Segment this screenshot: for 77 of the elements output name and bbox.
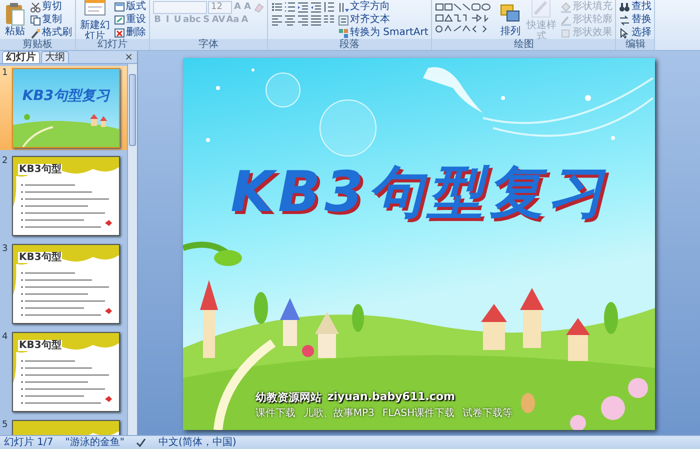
eraser-icon xyxy=(253,2,264,12)
close-button[interactable]: × xyxy=(124,52,133,63)
slide-number: 4 xyxy=(2,332,9,344)
justify-icon xyxy=(310,14,322,26)
align-right-icon xyxy=(297,14,309,26)
document-icon xyxy=(114,14,125,26)
group-label: 段落 xyxy=(268,39,432,50)
outdent-button[interactable] xyxy=(297,1,309,13)
ribbon-button[interactable]: 版式 xyxy=(114,1,146,13)
align-center-button[interactable] xyxy=(284,14,296,26)
slide-number: 3 xyxy=(2,244,9,256)
scrollbar[interactable] xyxy=(127,64,137,435)
slide-number: 1 xyxy=(2,68,9,80)
thumbnail-title: KB3句型复习 xyxy=(21,87,112,105)
ribbon-button[interactable]: 转换为 SmartArt xyxy=(338,27,428,39)
ribbon-button[interactable]: 替换 xyxy=(619,14,652,26)
group-label: 绘图 xyxy=(432,39,616,50)
slide-thumbnail[interactable]: KB3句型 xyxy=(12,332,120,412)
slide-title: KB3句型复习 xyxy=(230,159,608,227)
ribbon-button[interactable]: 查找 xyxy=(619,1,652,13)
group-label: 幻灯片 xyxy=(76,39,149,50)
align-text-icon xyxy=(338,14,349,26)
slide-count: 幻灯片 1/7 xyxy=(4,436,54,448)
slide-number: 5 xyxy=(2,420,9,432)
layout-icon xyxy=(114,2,125,12)
slide-number: 2 xyxy=(2,156,9,168)
diagram-icon xyxy=(338,28,349,38)
site-name: 幼教资源网站 xyxy=(255,390,322,405)
ribbon-button[interactable]: 重设 xyxy=(114,14,146,26)
line-spacing-icon xyxy=(323,1,335,13)
square-icon xyxy=(560,28,572,38)
group-label: 字体 xyxy=(150,39,267,50)
checkmark-icon xyxy=(136,438,146,447)
pen-icon xyxy=(560,14,572,26)
pane-tab[interactable]: 幻灯片 xyxy=(2,51,40,63)
language: 中文(简体，中国) xyxy=(158,436,236,448)
align-left-button[interactable] xyxy=(271,14,283,26)
thumbnail-heading: KB3句型 xyxy=(18,340,62,351)
clipboard-icon xyxy=(3,2,27,26)
slide-thumbnail[interactable]: KB3句型 xyxy=(12,244,120,324)
paint-bucket-icon xyxy=(560,2,572,12)
bullets-button[interactable] xyxy=(271,1,283,13)
group-label: 编辑 xyxy=(616,39,654,50)
site-url: ziyuan.baby611.com xyxy=(327,390,455,405)
bullets-icon xyxy=(271,1,283,13)
align-right-button[interactable] xyxy=(297,14,309,26)
ribbon-button[interactable]: 粘贴 xyxy=(3,2,27,36)
align-center-icon xyxy=(284,14,296,26)
ribbon-button[interactable]: 删除 xyxy=(114,27,146,39)
ribbon-button[interactable]: 对齐文本 xyxy=(338,14,390,26)
theme-name: "游泳的金鱼" xyxy=(65,436,124,448)
ribbon-button[interactable]: 排列 xyxy=(498,2,522,36)
slide-thumbnail[interactable]: KB3句型 xyxy=(12,156,120,236)
scissors-icon xyxy=(30,2,41,12)
ribbon-button[interactable]: 文字方向 xyxy=(338,1,390,13)
justify-button[interactable] xyxy=(310,14,322,26)
cursor-icon xyxy=(619,28,630,38)
group-label: 剪贴板 xyxy=(0,39,75,50)
text-direction-icon xyxy=(338,2,349,12)
line-spacing-button[interactable] xyxy=(323,1,335,13)
indent-icon xyxy=(310,1,322,13)
copy-icon xyxy=(30,14,41,26)
brush-icon xyxy=(30,28,41,38)
ribbon-button[interactable]: 选择 xyxy=(619,27,652,39)
ribbon-button[interactable]: 复制 xyxy=(30,14,62,26)
swap-icon xyxy=(619,14,630,26)
thumbnail-heading: KB3句型 xyxy=(18,164,62,175)
ribbon-button[interactable]: 剪切 xyxy=(30,1,62,13)
pane-tab[interactable]: 大纲 xyxy=(41,51,69,63)
delete-icon xyxy=(114,28,125,38)
brush-icon xyxy=(529,0,554,20)
outdent-icon xyxy=(297,1,309,13)
indent-button[interactable] xyxy=(310,1,322,13)
binoculars-icon xyxy=(619,2,630,12)
thumbnail-heading: KB3句型 xyxy=(18,252,62,263)
align-left-icon xyxy=(271,14,283,26)
ribbon-button[interactable]: 格式刷 xyxy=(30,27,72,39)
